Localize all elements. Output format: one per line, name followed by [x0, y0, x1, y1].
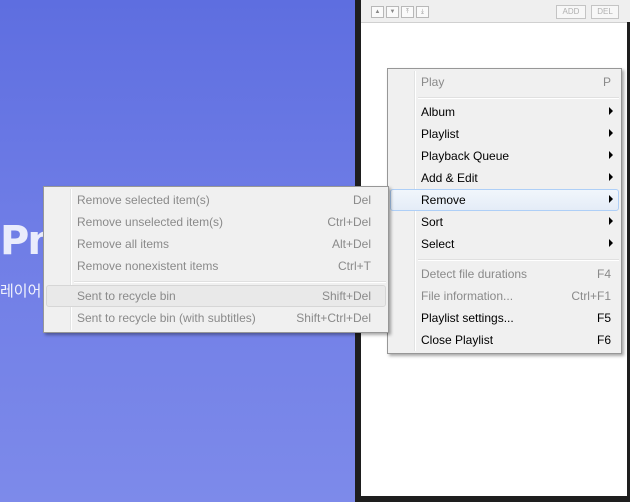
menu-item-shortcut: Del [352, 193, 371, 207]
menu-item-label: Add & Edit [421, 171, 478, 185]
menu-item-playback-queue[interactable]: Playback Queue [390, 145, 619, 167]
menu-item-label: Remove selected item(s) [77, 193, 210, 207]
menu-item-playlist-settings[interactable]: Playlist settings... F5 [390, 307, 619, 329]
menu-item-label: Sent to recycle bin [77, 289, 176, 303]
menu-item-shortcut: P [602, 75, 611, 89]
menu-item-shortcut: Ctrl+F1 [571, 289, 611, 303]
playlist-border-bottom [361, 496, 630, 502]
menu-item-play[interactable]: Play P [390, 71, 619, 93]
move-down-icon[interactable]: ▼ [386, 6, 399, 18]
move-bottom-icon[interactable]: ⤓ [416, 6, 429, 18]
menu-item-detect-durations[interactable]: Detect file durations F4 [390, 263, 619, 285]
submenu-arrow-icon [609, 239, 613, 247]
menu-item-label: Remove nonexistent items [77, 259, 219, 273]
menu-item-sort[interactable]: Sort [390, 211, 619, 233]
menu-item-remove-selected[interactable]: Remove selected item(s) Del [46, 189, 386, 211]
submenu-arrow-icon [609, 195, 613, 203]
menu-item-shortcut: Alt+Del [331, 237, 371, 251]
menu-item-shortcut: F4 [596, 267, 611, 281]
submenu-arrow-icon [609, 129, 613, 137]
menu-separator [418, 259, 619, 261]
menu-item-remove-all[interactable]: Remove all items Alt+Del [46, 233, 386, 255]
menu-item-remove-unselected[interactable]: Remove unselected item(s) Ctrl+Del [46, 211, 386, 233]
menu-item-label: Playback Queue [421, 149, 510, 163]
menu-item-label: File information... [421, 289, 514, 303]
menu-item-label: Sent to recycle bin (with subtitles) [77, 311, 256, 325]
menu-item-close-playlist[interactable]: Close Playlist F6 [390, 329, 619, 351]
menu-separator [74, 281, 386, 283]
submenu-arrow-icon [609, 217, 613, 225]
playlist-toolbar: ▲ ▼ ⤒ ⤓ ADD DEL [361, 0, 630, 23]
menu-item-recycle-bin[interactable]: Sent to recycle bin Shift+Del [46, 285, 386, 307]
menu-item-recycle-bin-subtitles[interactable]: Sent to recycle bin (with subtitles) Shi… [46, 307, 386, 329]
menu-item-shortcut: Shift+Del [321, 289, 371, 303]
menu-item-label: Close Playlist [421, 333, 494, 347]
menu-item-add-edit[interactable]: Add & Edit [390, 167, 619, 189]
menu-item-playlist[interactable]: Playlist [390, 123, 619, 145]
menu-item-label: Remove unselected item(s) [77, 215, 224, 229]
player-logo-subtitle: 레이어 [0, 282, 42, 300]
menu-item-label: Detect file durations [421, 267, 528, 281]
menu-item-shortcut: Ctrl+Del [327, 215, 371, 229]
delete-button[interactable]: DEL [591, 5, 619, 19]
add-button[interactable]: ADD [556, 5, 586, 19]
menu-item-label: Album [421, 105, 456, 119]
menu-item-album[interactable]: Album [390, 101, 619, 123]
menu-item-label: Remove all items [77, 237, 170, 251]
menu-item-label: Playlist settings... [421, 311, 514, 325]
menu-item-shortcut: Ctrl+T [338, 259, 371, 273]
submenu-arrow-icon [609, 173, 613, 181]
playlist-context-menu: Play P Album Playlist Playback Queue Add… [387, 68, 622, 354]
menu-item-file-information[interactable]: File information... Ctrl+F1 [390, 285, 619, 307]
menu-item-remove-nonexistent[interactable]: Remove nonexistent items Ctrl+T [46, 255, 386, 277]
menu-item-label: Play [421, 75, 445, 89]
remove-submenu: Remove selected item(s) Del Remove unsel… [43, 186, 389, 333]
menu-item-shortcut: F6 [596, 333, 611, 347]
menu-item-shortcut: F5 [596, 311, 611, 325]
menu-item-remove[interactable]: Remove [390, 189, 619, 211]
menu-item-label: Playlist [421, 127, 460, 141]
menu-item-select[interactable]: Select [390, 233, 619, 255]
menu-item-label: Select [421, 237, 455, 251]
menu-separator [418, 97, 619, 99]
menu-item-shortcut: Shift+Ctrl+Del [296, 311, 371, 325]
submenu-arrow-icon [609, 107, 613, 115]
move-top-icon[interactable]: ⤒ [401, 6, 414, 18]
menu-item-label: Sort [421, 215, 444, 229]
menu-item-label: Remove [421, 193, 466, 207]
move-up-icon[interactable]: ▲ [371, 6, 384, 18]
submenu-arrow-icon [609, 151, 613, 159]
